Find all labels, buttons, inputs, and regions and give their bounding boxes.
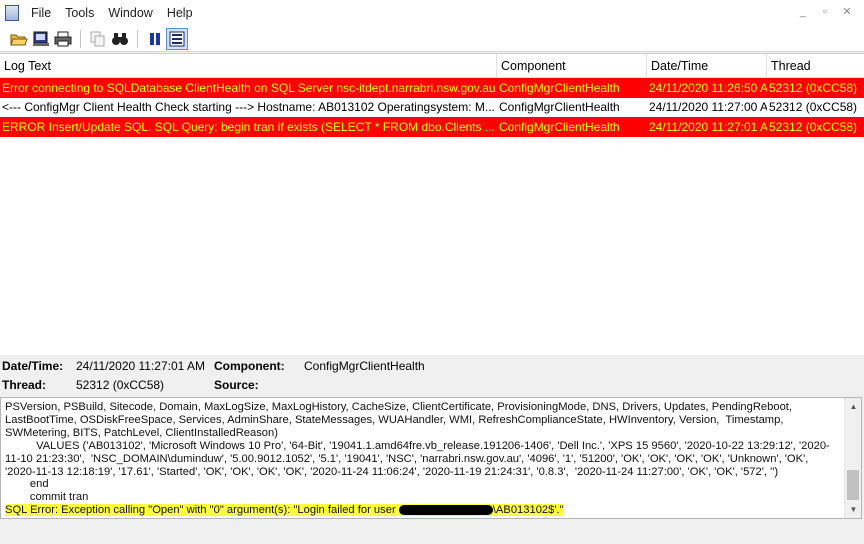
column-component[interactable]: Component (497, 54, 647, 78)
open-button[interactable] (8, 28, 30, 50)
log-text-cell: <--- ConfigMgr Client Health Check start… (2, 100, 495, 115)
datetime-cell: 24/11/2020 11:27:01 A (649, 119, 767, 134)
datetime-label: Date/Time: (2, 359, 64, 373)
pause-icon (150, 32, 160, 45)
highlight-button[interactable] (166, 27, 188, 50)
menu-tools[interactable]: Tools (59, 6, 102, 20)
menu-bar: File Tools Window Help _ ▫ ✕ (0, 0, 864, 26)
column-thread[interactable]: Thread (767, 54, 864, 78)
message-text: PSVersion, PSBuild, Sitecode, Domain, Ma… (5, 401, 839, 517)
datetime-cell: 24/11/2020 11:26:50 A (649, 80, 767, 95)
thread-label: Thread: (2, 378, 47, 392)
restore-button[interactable]: ▫ (816, 4, 834, 20)
vertical-scrollbar[interactable]: ▲ ▼ (844, 398, 861, 518)
print-icon (54, 31, 72, 46)
menu-help[interactable]: Help (161, 6, 201, 20)
window-controls: _ ▫ ✕ (794, 4, 856, 20)
find-button[interactable] (109, 28, 131, 50)
component-cell: ConfigMgrClientHealth (499, 100, 620, 115)
log-row-selected[interactable]: ERROR Insert/Update SQL. SQL Query: begi… (0, 117, 864, 137)
print-preview-button[interactable] (30, 28, 52, 50)
log-list: Log Text Component Date/Time Thread Erro… (0, 53, 864, 355)
component-cell: ConfigMgrClientHealth (499, 119, 620, 134)
column-log-text[interactable]: Log Text (0, 54, 497, 78)
print-button[interactable] (52, 28, 74, 50)
toolbar-separator (137, 29, 138, 48)
error-suffix: \AB013102$'." (492, 504, 564, 517)
log-text-cell: Error connecting to SQLDatabase ClientHe… (2, 80, 496, 95)
print-preview-icon (33, 31, 49, 46)
datetime-value: 24/11/2020 11:27:01 AM (76, 359, 205, 373)
log-row[interactable]: <--- ConfigMgr Client Health Check start… (0, 97, 864, 117)
menu-file[interactable]: File (25, 6, 59, 20)
minimize-button[interactable]: _ (794, 4, 812, 20)
message-body: PSVersion, PSBuild, Sitecode, Domain, Ma… (5, 401, 830, 504)
log-row[interactable]: Error connecting to SQLDatabase ClientHe… (0, 78, 864, 98)
source-label: Source: (214, 378, 259, 392)
copy-icon (90, 31, 105, 46)
pause-button[interactable] (144, 28, 166, 50)
redacted-username (398, 505, 493, 516)
component-cell: ConfigMgrClientHealth (499, 80, 620, 95)
sql-error-line: SQL Error: Exception calling "Open" with… (5, 504, 564, 517)
column-datetime[interactable]: Date/Time (647, 54, 767, 78)
highlight-icon (169, 31, 185, 46)
toolbar (0, 26, 864, 52)
app-icon (5, 5, 19, 21)
error-prefix: SQL Error: Exception calling "Open" with… (5, 504, 399, 517)
open-icon (10, 34, 28, 45)
thread-cell: 52312 (0xCC58) (769, 100, 858, 115)
close-button[interactable]: ✕ (838, 4, 856, 20)
datetime-cell: 24/11/2020 11:27:00 A (649, 100, 767, 115)
toolbar-separator (80, 29, 81, 48)
scroll-up-icon[interactable]: ▲ (845, 398, 862, 415)
copy-button[interactable] (87, 28, 109, 50)
details-panel: Date/Time: 24/11/2020 11:27:01 AM Compon… (0, 355, 864, 397)
thread-value: 52312 (0xCC58) (76, 378, 165, 392)
thread-cell: 52312 (0xCC58) (769, 80, 858, 95)
binoculars-icon (112, 32, 128, 45)
component-label: Component: (214, 359, 285, 373)
menu-window[interactable]: Window (102, 6, 160, 20)
message-textbox[interactable]: PSVersion, PSBuild, Sitecode, Domain, Ma… (0, 397, 862, 519)
component-value: ConfigMgrClientHealth (304, 359, 425, 373)
thread-cell: 52312 (0xCC58) (769, 119, 858, 134)
scroll-down-icon[interactable]: ▼ (845, 501, 862, 518)
list-header: Log Text Component Date/Time Thread (0, 54, 864, 78)
scroll-thumb[interactable] (847, 470, 859, 500)
log-text-cell: ERROR Insert/Update SQL. SQL Query: begi… (2, 119, 495, 134)
status-bar (0, 520, 864, 544)
